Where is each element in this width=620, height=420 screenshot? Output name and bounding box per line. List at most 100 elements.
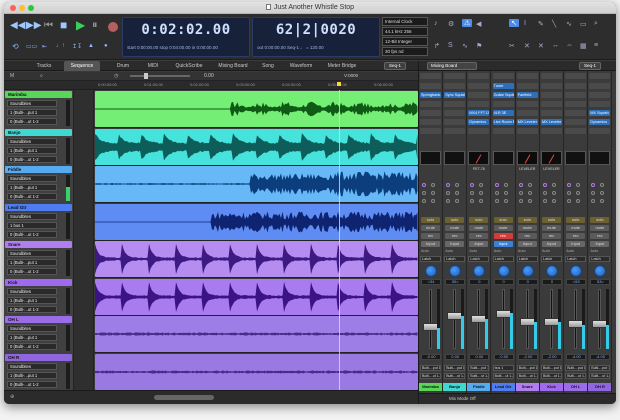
warning-icon[interactable]: ⚠ xyxy=(462,19,473,27)
track-header[interactable]: Marimba Soundbites 1 (Bulti-...put 1 0 (Bul… xyxy=(4,90,74,128)
volume-fader-cap[interactable] xyxy=(471,315,487,323)
track-name[interactable]: Banjo xyxy=(5,128,72,136)
send-indicator[interactable] xyxy=(503,183,508,187)
strip-dropdown[interactable] xyxy=(468,73,490,79)
track-output-field[interactable]: 1 bus 1 xyxy=(7,221,57,229)
pan-value[interactable]: <34 xyxy=(421,279,441,285)
effect-insert-slot[interactable] xyxy=(565,110,587,116)
metronome-icon[interactable]: ▲ xyxy=(88,43,94,49)
record-enable-button[interactable]: rec xyxy=(566,233,586,239)
effect-insert-slot[interactable] xyxy=(420,101,441,107)
send-indicator[interactable] xyxy=(494,191,499,195)
send-indicator[interactable] xyxy=(455,199,460,203)
sync-icon[interactable]: ⚙ xyxy=(448,20,454,28)
effect-insert-slot[interactable]: Springbank... xyxy=(420,92,441,98)
send-indicator[interactable] xyxy=(552,183,556,187)
send-indicator[interactable] xyxy=(446,191,451,195)
plugin-display[interactable] xyxy=(444,151,466,165)
punch-icon[interactable]: ▭▭ xyxy=(26,43,37,50)
pan-value[interactable]: 0 xyxy=(542,279,562,285)
pan-knob[interactable] xyxy=(497,265,510,277)
play-icon[interactable]: ▶ xyxy=(76,19,85,31)
send-indicator[interactable] xyxy=(591,183,596,187)
volume-value[interactable]: -0.00 xyxy=(421,354,441,360)
pan-value[interactable]: 0 xyxy=(493,279,514,285)
channel-name[interactable]: Marimba xyxy=(419,383,442,391)
output-assignment[interactable]: Bulti-...put 1 xyxy=(589,365,611,371)
plugin-display[interactable] xyxy=(516,151,538,165)
plugin-display[interactable] xyxy=(565,151,587,165)
send-indicator[interactable] xyxy=(479,199,484,203)
erase-tool-icon[interactable]: ✕ xyxy=(524,42,530,50)
track-output-field[interactable]: 1 (Bulti-...put 1 xyxy=(7,184,57,191)
send-indicator[interactable] xyxy=(576,183,581,187)
track-bus-field[interactable]: 0 (Bulti-...ut 1-2 xyxy=(7,268,57,275)
pan-knob[interactable] xyxy=(473,265,486,277)
send-indicator[interactable] xyxy=(446,183,451,187)
effect-insert-slot[interactable]: MX Leveler xyxy=(516,119,538,125)
track-row[interactable]: Snare Soundbites 1 (Bulti-...put 1 0 (Bulti… xyxy=(4,240,418,278)
effect-insert-slot[interactable] xyxy=(444,83,466,89)
track-row[interactable]: Marimba Soundbites 1 (Bulti-...put 1 0 (Bul… xyxy=(4,90,418,128)
send-indicator[interactable] xyxy=(543,183,547,187)
track-control-strip[interactable] xyxy=(74,202,94,241)
automation-mode-select[interactable]: Latch xyxy=(492,256,514,262)
effect-insert-slot[interactable] xyxy=(541,110,562,116)
sync-info[interactable]: Internal Clock 44.1 kHz 256 12-Bit Integ… xyxy=(382,17,428,57)
plugin-display[interactable] xyxy=(589,151,611,165)
flag-icon[interactable]: ⚑ xyxy=(476,42,482,50)
tab-waveform[interactable]: Waveform xyxy=(282,61,320,71)
volume-value[interactable]: -0.00 xyxy=(493,354,514,360)
time-counter[interactable]: 0:02:02.00 start 0:00:00.00 stop 0:04:00… xyxy=(122,17,250,57)
effect-insert-slot[interactable] xyxy=(420,119,441,125)
track-header[interactable]: Kick Soundbites 1 (Bulti-...put 10 (Bulti-… xyxy=(4,277,74,316)
send-indicator[interactable] xyxy=(552,199,556,203)
input-monitor-button[interactable]: Input xyxy=(590,241,610,247)
volume-fader-cap[interactable] xyxy=(423,322,438,331)
track-header[interactable]: Banjo Soundbites 1 (Bulti-...put 10 (Bulti… xyxy=(4,127,74,166)
track-control-strip[interactable] xyxy=(74,240,94,278)
send-indicator[interactable] xyxy=(494,183,499,187)
tab-drum[interactable]: Drum xyxy=(108,61,138,71)
bit-depth[interactable]: 12-Bit Integer xyxy=(382,37,428,46)
track-output-field[interactable]: 1 (Bulti-...put 1 xyxy=(7,296,57,304)
zoom-icon[interactable]: ⌕ xyxy=(40,73,43,79)
pan-value[interactable]: 53> xyxy=(590,279,611,285)
volume-value[interactable]: -4.00 xyxy=(566,354,587,360)
channel-name[interactable]: Snare xyxy=(515,383,539,391)
mute-button[interactable]: mute xyxy=(445,225,465,231)
effect-insert-slot[interactable] xyxy=(565,92,587,98)
pan-knob[interactable] xyxy=(521,265,534,277)
effect-insert-slot[interactable]: MX Squish xyxy=(589,110,611,116)
automation-mode-select[interactable]: Latch xyxy=(589,256,611,262)
mixer-title[interactable]: Mixing Board xyxy=(427,62,477,70)
effect-insert-slot[interactable]: Tuner xyxy=(492,83,514,89)
track-input-field[interactable]: Soundbites xyxy=(7,137,57,145)
send-indicator[interactable] xyxy=(470,183,475,187)
click-icon[interactable]: ♪ xyxy=(434,20,438,27)
track-name[interactable]: OH R xyxy=(5,353,72,361)
track-name[interactable]: Lead Gtr xyxy=(5,203,72,211)
step-icon[interactable]: ♩↑ xyxy=(56,43,65,49)
track-bus-field[interactable]: 0 (Bulti-...ut 1-2 xyxy=(7,118,57,125)
output-bus-assignment[interactable]: Bulti-...ut 1-2 xyxy=(468,373,490,379)
solo-button[interactable]: solo xyxy=(469,217,489,223)
track-name[interactable]: Marimba xyxy=(5,91,72,98)
effect-insert-slot[interactable] xyxy=(565,119,587,125)
track-input-field[interactable]: Soundbites xyxy=(7,362,57,370)
playhead-line[interactable] xyxy=(339,90,340,390)
effect-insert-slot[interactable] xyxy=(420,128,441,134)
effect-insert-slot[interactable] xyxy=(444,101,466,107)
volume-fader-cap[interactable] xyxy=(592,320,608,329)
send-indicator[interactable] xyxy=(446,199,451,203)
solo-button[interactable]: solo xyxy=(421,217,440,223)
track-row[interactable]: Banjo Soundbites 1 (Bulti-...put 10 (Bulti… xyxy=(4,127,418,166)
effect-insert-slot[interactable]: MX Leveler xyxy=(541,119,562,125)
effect-insert-slot[interactable] xyxy=(516,110,538,116)
add-track-icon[interactable]: ⊕ xyxy=(10,394,14,400)
automation-mode-select[interactable]: Latch xyxy=(565,256,587,262)
send-indicator[interactable] xyxy=(479,191,484,195)
send-indicator[interactable] xyxy=(494,199,499,203)
output-assignment[interactable]: Bulti-...put 1 xyxy=(516,365,538,371)
strip-dropdown[interactable] xyxy=(492,73,514,79)
